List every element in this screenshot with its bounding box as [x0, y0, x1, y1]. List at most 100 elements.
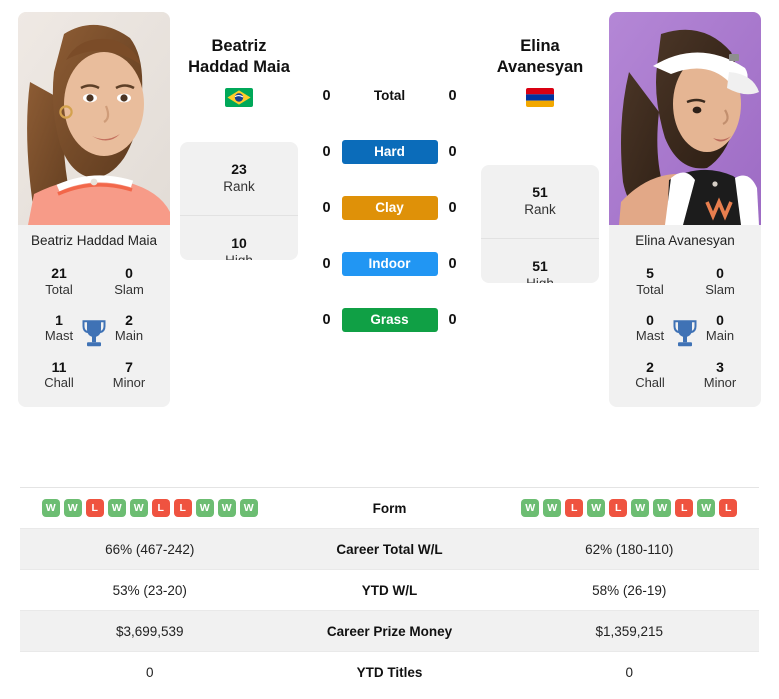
player-left-photo-name: Beatriz Haddad Maia [18, 225, 170, 257]
comparison-header: Beatriz Haddad Maia 21 Total 0 Slam 1 Mast … [0, 0, 779, 470]
titles-value: 0 [716, 265, 724, 281]
form-left: WWLWWLLWWW [20, 499, 280, 517]
player-right-stats: 51Rank 51High 21Age Plays [481, 165, 599, 283]
row-label: Form [372, 500, 407, 516]
form-badge-win: W [129, 499, 148, 517]
trophy-icon [672, 318, 698, 348]
form-badge-loss: L [675, 499, 694, 517]
row-label: YTD W/L [361, 582, 418, 598]
titles-cell: 2 Chall [615, 359, 685, 392]
titles-label: Slam [114, 281, 144, 297]
form-badge-win: W [631, 499, 650, 517]
player-left-first-name: Beatriz [211, 37, 267, 55]
player-left-last-name: Haddad Maia [188, 58, 290, 77]
player-left-photo [18, 12, 170, 225]
surface-button-hard[interactable]: Hard [341, 140, 438, 164]
form-badge-loss: L [565, 499, 584, 517]
value-right: 62% (180-110) [585, 541, 674, 557]
form-badge-win: W [521, 499, 540, 517]
player-comparison-page: Beatriz Haddad Maia 21 Total 0 Slam 1 Mast … [0, 0, 779, 699]
titles-value: 3 [716, 358, 724, 375]
h2h-label-total: Total [373, 88, 406, 103]
player-left-titles: 21 Total 0 Slam 1 Mast 2 Main 11 Chall 7 Minor [18, 257, 170, 408]
head-to-head-section: 0 Total 0 0 Hard 0 0 Clay 0 0 Indoor 0 0 [298, 12, 481, 348]
titles-value: 0 [125, 265, 133, 281]
h2h-left-value: 0 [322, 256, 331, 272]
am-flag-icon [526, 88, 554, 108]
h2h-right-value: 0 [448, 200, 457, 216]
form-badge-win: W [653, 499, 672, 517]
titles-label: Minor [112, 375, 146, 391]
form-badge-win: W [217, 499, 236, 517]
player-right-info: Elina Avanesyan 51Rank 51High 21Age Play… [481, 12, 599, 283]
h2h-left-value: 0 [322, 200, 331, 216]
table-row-career-wl: 66% (467-242) Career Total W/L 62% (180-… [20, 529, 759, 570]
row-label: Career Prize Money [326, 623, 453, 639]
stat-label: High [225, 252, 253, 260]
table-row-prize-money: $3,699,539 Career Prize Money $1,359,215 [20, 611, 759, 652]
stat-value: 23 [231, 160, 247, 177]
row-label: Career Total W/L [336, 541, 443, 557]
form-badge-loss: L [719, 499, 738, 517]
value-right: 58% (26-19) [592, 582, 667, 598]
form-badge-win: W [195, 499, 214, 517]
surface-button-clay[interactable]: Clay [341, 196, 438, 220]
h2h-row-hard: 0 Hard 0 [310, 124, 470, 180]
titles-cell: 0 Slam [94, 265, 164, 298]
form-badge-loss: L [609, 499, 628, 517]
row-label: YTD Titles [356, 665, 423, 680]
titles-label: Total [45, 281, 73, 297]
value-right: 0 [625, 665, 633, 680]
h2h-left-value: 0 [322, 88, 331, 104]
form-badge-loss: L [85, 499, 104, 517]
player-left-card[interactable]: Beatriz Haddad Maia 21 Total 0 Slam 1 Mast … [18, 12, 170, 408]
titles-cell: 11 Chall [24, 359, 94, 392]
h2h-right-value: 0 [448, 256, 457, 272]
player-left-name-block: Beatriz Haddad Maia [180, 12, 298, 130]
form-badge-win: W [543, 499, 562, 517]
titles-value: 5 [646, 265, 654, 281]
table-row-ytd-wl: 53% (23-20) YTD W/L 58% (26-19) [20, 570, 759, 611]
form-badge-win: W [107, 499, 126, 517]
player-right-photo-name: Elina Avanesyan [609, 225, 761, 257]
stat-value: 51 [532, 257, 548, 274]
titles-label: Chall [44, 375, 74, 391]
titles-value: 7 [125, 358, 133, 375]
form-badge-win: W [587, 499, 606, 517]
stat-value: 51 [532, 183, 548, 200]
form-badge-win: W [41, 499, 60, 517]
stat-label: High [526, 275, 554, 283]
surface-button-grass[interactable]: Grass [341, 308, 438, 332]
titles-cell: 5 Total [615, 265, 685, 298]
form-badges-right: WWLWLWWLWL [500, 499, 760, 517]
form-right: WWLWLWWLWL [500, 499, 760, 517]
h2h-row-grass: 0 Grass 0 [310, 292, 470, 348]
titles-label: Minor [703, 375, 737, 391]
titles-label: Total [636, 281, 664, 297]
stat-cell-rank: 51 Rank [481, 165, 599, 239]
player-right-name-block: Elina Avanesyan [481, 12, 599, 130]
value-left: 0 [145, 665, 154, 680]
stat-cell-high: 51High [481, 239, 599, 283]
player-right-card[interactable]: Elina Avanesyan 5 Total 0 Slam 0 Mast 0 Main… [609, 12, 761, 408]
comparison-table: WWLWWLLWWW Form WWLWLWWLWL 66% (467-242)… [20, 487, 759, 693]
h2h-row-clay: 0 Clay 0 [310, 180, 470, 236]
surface-button-indoor[interactable]: Indoor [341, 252, 438, 276]
h2h-right-value: 0 [448, 144, 457, 160]
trophy-icon [81, 318, 107, 348]
form-badge-win: W [697, 499, 716, 517]
form-badges-left: WWLWWLLWWW [20, 499, 280, 517]
form-badge-loss: L [151, 499, 170, 517]
br-flag-icon [225, 88, 253, 108]
stat-label: Rank [223, 178, 255, 194]
stat-cell-rank: 23 Rank [180, 142, 298, 216]
h2h-left-value: 0 [322, 144, 331, 160]
player-right-titles: 5 Total 0 Slam 0 Mast 0 Main 2 Chall 3 Minor [609, 257, 761, 408]
form-badge-loss: L [173, 499, 192, 517]
player-left-panel: Beatriz Haddad Maia 21 Total 0 Slam 1 Mast … [18, 12, 170, 408]
titles-label: Chall [635, 375, 665, 391]
player-right-last-name: Avanesyan [496, 58, 584, 77]
h2h-right-value: 0 [448, 312, 457, 328]
value-left: 66% (467-242) [105, 541, 195, 557]
titles-value: 2 [646, 358, 654, 375]
